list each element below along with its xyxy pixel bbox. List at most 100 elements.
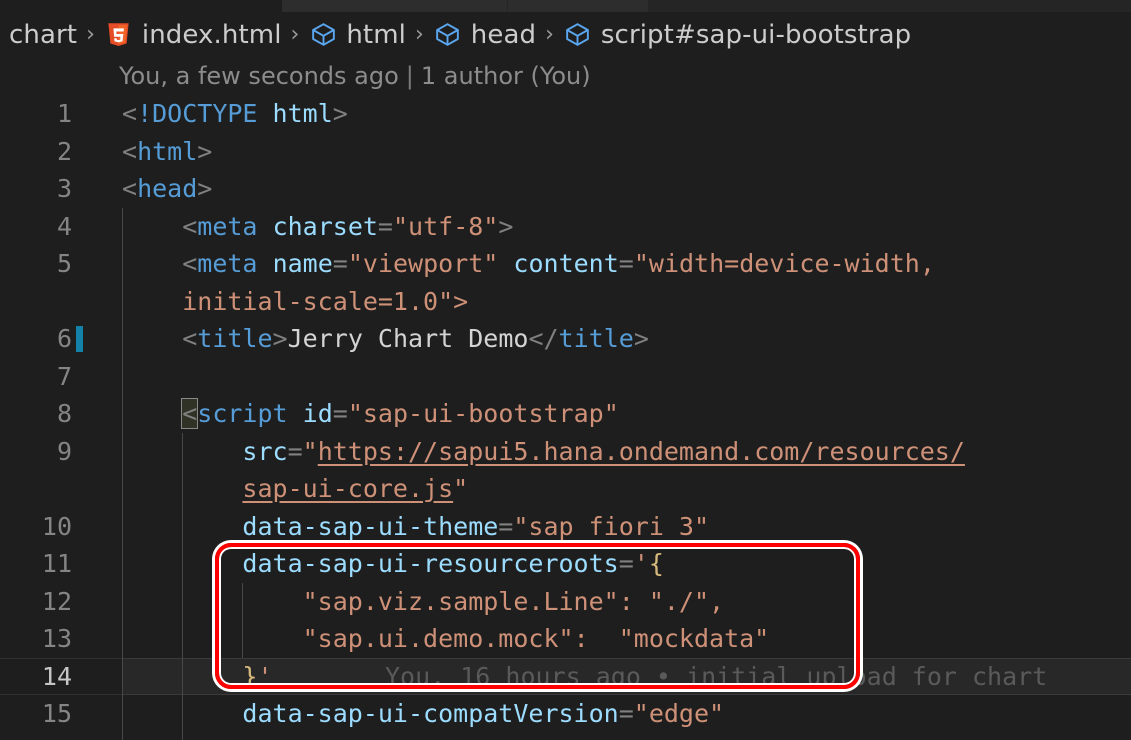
line-number: 3 [56,174,72,203]
blame-header: You, a few seconds ago | 1 author (You) [0,57,1131,95]
code-line[interactable]: 8 <script id="sap-ui-bootstrap" [0,395,1131,433]
code-token: " [453,474,469,503]
code-token: "mockdata" [618,624,770,653]
breadcrumb-item-head[interactable]: head [433,20,536,50]
code-token: < [182,249,198,278]
code-line[interactable]: 16 data-sap-ui-async="true" [0,732,1131,740]
code-token: data-sap-ui-async [242,737,498,740]
line-number: 5 [56,249,72,278]
code-line[interactable]: 11 data-sap-ui-resourceroots='{ [0,545,1131,583]
code-line-text: }' [122,658,273,696]
code-token: initial-scale=1.0"> [182,286,469,316]
code-line[interactable]: 6 <title>Jerry Chart Demo</title> [0,320,1131,358]
line-number: 6 [56,324,72,353]
line-number: 11 [41,549,72,578]
line-number: 10 [41,511,72,541]
code-line-text: data-sap-ui-async="true" [122,733,603,740]
code-line-text: <title>Jerry Chart Demo</title> [122,320,649,358]
code-token: = [498,737,513,740]
line-number: 8 [56,399,72,428]
html5-icon [104,20,134,50]
code-line[interactable]: 2 <html> [0,133,1131,171]
code-token: "utf-8" [392,211,499,241]
code-token: </ [528,324,559,353]
code-line-text: <script id="sap-ui-bootstrap" [122,395,619,433]
tab-item-partial-2[interactable] [508,0,648,12]
breadcrumb-separator-icon: › [545,22,554,47]
breadcrumb-item-label: head [470,19,537,50]
code-line-text: <meta name="viewport" content="width=dev… [122,245,935,283]
code-token: "true" [513,737,603,740]
code-editor[interactable]: 1 <!DOCTYPE html> 2 <html> 3 <head> 4 <meta ch… [0,95,1131,740]
code-token: "sap-ui-bootstrap" [347,399,619,428]
symbol-cube-icon [433,20,463,50]
code-line-text: <!DOCTYPE html> [122,95,348,133]
code-line-text: "sap.viz.sample.Line": "./", [122,583,724,621]
code-token: > [633,324,649,353]
code-token: script [197,399,288,428]
code-token: "sap.ui.demo.mock" [302,624,574,653]
code-token: ' [257,661,273,691]
code-line[interactable]: sap-ui-core.js" [0,470,1131,508]
code-token: ' [633,549,649,578]
breadcrumb-item-label: chart [9,19,78,50]
breadcrumb-item-index-html[interactable]: index.html [104,20,282,50]
code-line-text: initial-scale=1.0"> [122,283,468,321]
code-token: content [513,249,619,278]
line-number [0,283,110,321]
code-token: "edge" [633,699,725,728]
code-line[interactable]: 7 [0,357,1131,395]
symbol-cube-icon [563,20,593,50]
code-token[interactable]: https://sapui5.hana.ondemand.com/resourc… [318,437,965,466]
line-number: 12 [41,586,72,616]
breadcrumb-item-label: script#sap-ui-bootstrap [600,19,912,50]
code-token: html [272,99,333,128]
code-line[interactable]: 14 }' You, 16 hours ago • initial upload … [0,657,1131,696]
tab-item-partial-1[interactable] [282,0,508,12]
code-token: < [122,174,138,203]
code-line[interactable]: initial-scale=1.0"> [0,282,1131,321]
code-token: = [332,399,348,428]
breadcrumb-separator-icon: › [414,22,424,47]
code-line[interactable]: 9 src="https://sapui5.hana.ondemand.com/… [0,432,1131,470]
code-line[interactable]: 4 <meta charset="utf-8"> [0,207,1131,245]
code-token[interactable]: sap-ui-core.js [242,474,453,503]
code-line[interactable]: 13 "sap.ui.demo.mock": "mockdata" [0,620,1131,658]
code-line[interactable]: 12 "sap.viz.sample.Line": "./", [0,582,1131,621]
code-token: "sap_fiori_3" [513,511,710,541]
breadcrumb-item-html[interactable]: html [308,20,406,50]
code-line[interactable]: 1 <!DOCTYPE html> [0,95,1131,133]
code-token: = [618,549,634,578]
line-number: 16 [0,733,110,740]
code-token: src [242,436,288,466]
code-token: html [137,136,198,166]
code-token: meta [197,211,258,241]
code-line[interactable]: 5 <meta name="viewport" content="width=d… [0,245,1131,283]
code-line[interactable]: 15 data-sap-ui-compatVersion="edge" [0,695,1131,733]
breadcrumb-item-script-sap-ui-bootstrap[interactable]: script#sap-ui-bootstrap [563,20,911,50]
code-token: > [197,174,213,203]
breadcrumb-item-chart[interactable]: chart [9,20,77,50]
code-line-text: data-sap-ui-compatVersion="edge" [122,695,724,733]
code-token: > [272,324,288,353]
indent-guide [122,357,123,395]
tab-strip [0,0,1131,12]
code-token: "viewport" [347,249,499,278]
inline-blame-annotation[interactable]: You, 16 hours ago • initial upload for c… [385,658,1047,696]
breadcrumb-item-label: html [346,19,406,50]
code-line-text: data-sap-ui-resourceroots='{ [122,545,663,583]
code-line[interactable]: 3 <head> [0,170,1131,208]
code-line[interactable]: 10 data-sap-ui-theme="sap_fiori_3" [0,507,1131,545]
